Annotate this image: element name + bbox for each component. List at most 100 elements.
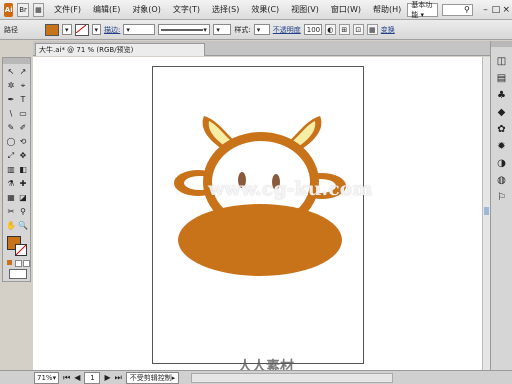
tool-9-icon[interactable]: ✐	[17, 123, 29, 133]
menu-bar: Ai Br ▦ 文件(F) 编辑(E) 对象(O) 文字(T) 选择(S) 效果(C) 视图…	[0, 0, 512, 20]
app-logo: Ai	[4, 2, 14, 17]
transform-link[interactable]: 变换	[381, 25, 395, 35]
none-mode-icon[interactable]	[23, 260, 30, 267]
document-tab[interactable]: 大牛.ai* @ 71 % (RGB/预览)	[35, 43, 205, 56]
horizontal-scrollbar[interactable]	[191, 372, 394, 383]
tool-2-icon[interactable]: ✲	[5, 81, 17, 91]
tool-18-icon[interactable]: ▦	[5, 193, 17, 203]
menu-item-7[interactable]: 窗口(W)	[325, 4, 367, 15]
tool-14-icon[interactable]: ▥	[5, 165, 17, 175]
tools-panel: ↖ ↗ ✲ ⌖ ✒ T \ ▭ ✎ ✐ ◯ ⟲ ⤢ ✥ ▥ ◧ ⚗ ✚ ▦ ◪ ✂ ⚲ ✋ 🔍	[2, 57, 31, 282]
dock-panel-1-icon[interactable]: ▤	[495, 72, 508, 85]
menu-item-2[interactable]: 对象(O)	[126, 4, 167, 15]
tool-19-icon[interactable]: ◪	[17, 193, 29, 203]
dock-panel-2-icon[interactable]: ♣	[495, 89, 508, 102]
zoom-field[interactable]: 71% ▾	[34, 371, 60, 384]
document-tab-bar: 大牛.ai* @ 71 % (RGB/预览)	[33, 41, 512, 56]
dock-panel-8-icon[interactable]: ⚐	[495, 191, 508, 204]
dock-header[interactable]	[491, 41, 512, 47]
status-bar: 71% ▾ ⏮ ◀ 1 ▶ ⏭ 不受剪辑控制 ▸	[0, 370, 512, 384]
color-mode-icon[interactable]	[7, 260, 12, 265]
tool-11-icon[interactable]: ⟲	[17, 137, 29, 147]
maximize-button[interactable]: □	[491, 4, 501, 16]
vertical-scrollbar[interactable]	[482, 57, 490, 370]
style-dropdown[interactable]: ▾	[253, 24, 270, 35]
gradient-mode-icon[interactable]	[15, 260, 22, 267]
minimize-button[interactable]: –	[481, 4, 490, 16]
tool-15-icon[interactable]: ◧	[17, 165, 29, 175]
isolate-icon[interactable]: ⊡	[352, 24, 364, 35]
menu-item-4[interactable]: 选择(S)	[206, 4, 245, 15]
menu-items: 文件(F) 编辑(E) 对象(O) 文字(T) 选择(S) 效果(C) 视图(V) 窗口(W)…	[48, 4, 407, 15]
dock-panel-6-icon[interactable]: ◑	[495, 157, 508, 170]
right-panel-dock: ◫ ▤ ♣ ◆ ✿ ✹ ◑ ◍ ⚐	[490, 41, 512, 371]
menu-item-5[interactable]: 效果(C)	[245, 4, 285, 15]
screen-mode-icon[interactable]	[9, 269, 27, 279]
tool-23-icon[interactable]: 🔍	[17, 221, 29, 231]
prev-page-button[interactable]: ◀	[74, 373, 80, 382]
tools-panel-header[interactable]	[3, 58, 30, 64]
tool-12-icon[interactable]: ⤢	[5, 151, 17, 161]
opacity-label[interactable]: 不透明度	[273, 25, 301, 35]
artboard[interactable]	[152, 66, 364, 364]
tool-4-icon[interactable]: ✒	[5, 95, 17, 105]
dock-panel-7-icon[interactable]: ◍	[495, 174, 508, 187]
stroke-swatch[interactable]	[74, 23, 89, 36]
tool-3-icon[interactable]: ⌖	[17, 81, 29, 91]
last-page-button[interactable]: ⏭	[115, 373, 122, 383]
brush-dropdown[interactable]: ▾	[213, 24, 232, 35]
zoom-value: 71%	[37, 373, 53, 382]
tool-0-icon[interactable]: ↖	[5, 67, 17, 77]
tool-8-icon[interactable]: ✎	[5, 123, 17, 133]
fill-swatch[interactable]	[45, 23, 59, 36]
style-label: 样式:	[234, 25, 251, 34]
stroke-profile-dropdown[interactable]: ▾	[158, 24, 211, 35]
tool-22-icon[interactable]: ✋	[5, 221, 17, 231]
menu-item-6[interactable]: 视图(V)	[285, 4, 325, 15]
stroke-dropdown[interactable]: ▾	[91, 24, 102, 35]
tool-13-icon[interactable]: ✥	[17, 151, 29, 161]
tool-10-icon[interactable]: ◯	[5, 137, 17, 147]
page-field[interactable]: 1	[84, 371, 101, 384]
fill-dropdown[interactable]: ▾	[62, 24, 72, 35]
opacity-field[interactable]: 100	[303, 24, 322, 35]
dock-panel-0-icon[interactable]: ◫	[495, 55, 508, 68]
status-info[interactable]: 不受剪辑控制 ▸	[125, 371, 180, 384]
menu-item-3[interactable]: 文字(T)	[167, 4, 206, 15]
stroke-line-icon	[161, 28, 204, 31]
dock-panel-5-icon[interactable]: ✹	[495, 140, 508, 153]
tool-5-icon[interactable]: T	[17, 95, 29, 105]
status-text: 不受剪辑控制	[129, 373, 172, 382]
recolor-icon[interactable]: ◐	[324, 24, 336, 35]
scroll-thumb[interactable]	[484, 207, 489, 215]
selection-type-label: 路径	[4, 25, 18, 34]
no-stroke-icon	[15, 244, 27, 256]
bridge-icon[interactable]: Br	[17, 2, 29, 17]
workspace-switcher[interactable]: 基本功能 ▾	[407, 1, 438, 19]
grid-icon[interactable]: ▦	[366, 24, 378, 35]
next-page-button[interactable]: ▶	[104, 373, 110, 382]
tool-16-icon[interactable]: ⚗	[5, 179, 17, 189]
menu-item-0[interactable]: 文件(F)	[48, 4, 87, 15]
document-title: 大牛.ai* @ 71 % (RGB/预览)	[39, 46, 134, 54]
stroke-color-box[interactable]	[15, 244, 27, 256]
tool-7-icon[interactable]: ▭	[17, 109, 29, 119]
dock-panel-4-icon[interactable]: ✿	[495, 123, 508, 136]
first-page-button[interactable]: ⏮	[63, 373, 70, 383]
search-icon: ⚲	[463, 5, 470, 14]
stroke-label[interactable]: 描边:	[104, 25, 120, 35]
menu-item-8[interactable]: 帮助(H)	[367, 4, 407, 15]
tool-20-icon[interactable]: ✂	[5, 207, 17, 217]
tool-21-icon[interactable]: ⚲	[17, 207, 29, 217]
close-button[interactable]: ×	[502, 4, 511, 16]
watermark-center: www.cg-ku.com	[208, 178, 373, 200]
tool-6-icon[interactable]: \	[5, 109, 17, 119]
menu-item-1[interactable]: 编辑(E)	[87, 4, 126, 15]
search-input[interactable]: ⚲	[441, 3, 473, 16]
align-icon[interactable]: ⊞	[338, 24, 350, 35]
stroke-weight-field[interactable]: ▾	[123, 24, 156, 35]
tool-17-icon[interactable]: ✚	[17, 179, 29, 189]
tool-1-icon[interactable]: ↗	[17, 67, 29, 77]
dock-panel-3-icon[interactable]: ◆	[495, 106, 508, 119]
arrange-documents-icon[interactable]: ▦	[32, 2, 45, 17]
